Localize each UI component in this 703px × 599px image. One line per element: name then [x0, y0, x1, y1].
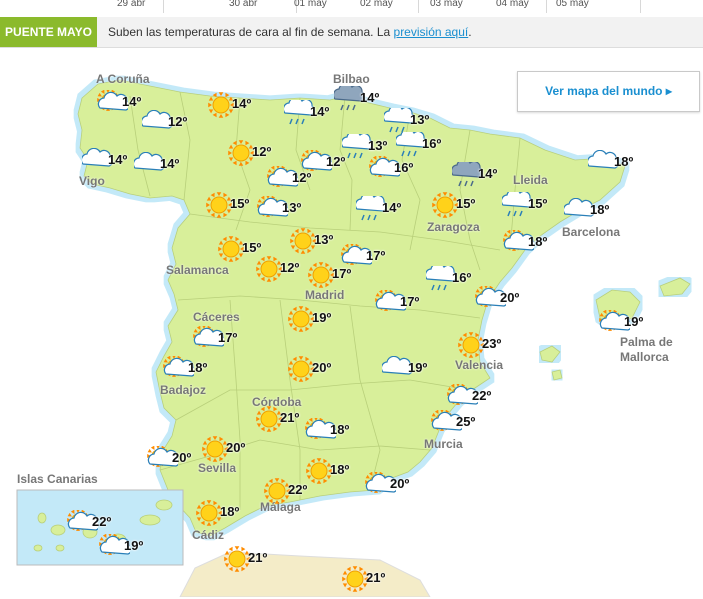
banner-end: . — [468, 25, 472, 39]
temperature-label: 19º — [312, 310, 332, 325]
timeline-tick — [546, 0, 547, 13]
formentera-island — [551, 369, 563, 381]
menorca-island — [659, 277, 691, 297]
news-banner: PUENTE MAYO Suben las temperaturas de ca… — [0, 17, 703, 48]
temperature-label: 17º — [400, 294, 420, 309]
temperature-label: 15º — [242, 240, 262, 255]
world-map-button[interactable]: Ver mapa del mundo ▸ — [517, 71, 700, 112]
temperature-label: 18º — [614, 154, 634, 169]
temperature-label: 15º — [528, 196, 548, 211]
temperature-label: 14º — [478, 166, 498, 181]
temperature-label: 22º — [472, 388, 492, 403]
temperature-label: 13º — [368, 138, 388, 153]
temperature-label: 13º — [410, 112, 430, 127]
timeline-date[interactable]: 30 abr — [229, 0, 257, 9]
temperature-label: 19º — [624, 314, 644, 329]
temperature-label: 13º — [314, 232, 334, 247]
temperature-label: 23º — [482, 336, 502, 351]
temperature-label: 18º — [330, 462, 350, 477]
temperature-label: 18º — [528, 234, 548, 249]
temperature-label: 12º — [292, 170, 312, 185]
timeline-date[interactable]: 04 may — [496, 0, 529, 9]
temperature-label: 16º — [422, 136, 442, 151]
city-label-salamanca: Salamanca — [166, 263, 229, 277]
temperature-label: 15º — [456, 196, 476, 211]
africa-coast — [179, 551, 431, 597]
temperature-label: 19º — [408, 360, 428, 375]
city-label-valencia: Valencia — [455, 358, 504, 372]
temperature-label: 25º — [456, 414, 476, 429]
timeline-tick — [640, 0, 641, 13]
banner-text: Suben las temperaturas de cara al fin de… — [108, 17, 472, 47]
city-label-lleida: Lleida — [513, 173, 548, 187]
temperature-label: 17º — [218, 330, 238, 345]
temperature-label: 16º — [452, 270, 472, 285]
city-label-madrid: Madrid — [305, 288, 345, 302]
temperature-label: 16º — [394, 160, 414, 175]
forecast-link[interactable]: previsión aquí — [394, 25, 469, 39]
temperature-label: 12º — [252, 144, 272, 159]
city-label-murcia: Murcia — [424, 437, 463, 451]
ibiza-island — [539, 345, 561, 363]
city-label-badajoz: Badajoz — [160, 383, 207, 397]
temperature-label: 18º — [220, 504, 240, 519]
temperature-label: 20º — [312, 360, 332, 375]
banner-message: Suben las temperaturas de cara al fin de… — [108, 25, 394, 39]
temperature-label: 13º — [282, 200, 302, 215]
temperature-label: 21º — [280, 410, 300, 425]
temperature-label: 20º — [226, 440, 246, 455]
city-label-cadiz: Cádiz — [192, 528, 225, 542]
timeline-tick — [418, 0, 419, 13]
temperature-label: 19º — [124, 538, 144, 553]
temperature-label: 18º — [330, 422, 350, 437]
temperature-label: 21º — [366, 570, 386, 585]
city-label-zaragoza: Zaragoza — [427, 220, 480, 234]
canarias-label: Islas Canarias — [17, 472, 98, 486]
timeline-date[interactable]: 01 may — [294, 0, 327, 9]
timeline-date[interactable]: 03 may — [430, 0, 463, 9]
temperature-label: 14º — [360, 90, 380, 105]
temperature-label: 14º — [160, 156, 180, 171]
temperature-label: 22º — [92, 514, 112, 529]
temperature-label: 14º — [108, 152, 128, 167]
timeline-date[interactable]: 29 abr — [117, 0, 145, 9]
city-label-mallorca: Mallorca — [620, 350, 669, 364]
temperature-label: 14º — [382, 200, 402, 215]
temperature-label: 12º — [280, 260, 300, 275]
temperature-label: 20º — [172, 450, 192, 465]
city-label-acoruna: A Coruña — [96, 72, 150, 86]
city-label-barcelona: Barcelona — [562, 225, 621, 239]
city-label-bilbao: Bilbao — [333, 72, 370, 86]
temperature-label: 18º — [188, 360, 208, 375]
city-label-vigo: Vigo — [79, 174, 105, 188]
timeline-tick — [163, 0, 164, 13]
temperature-label: 17º — [332, 266, 352, 281]
temperature-label: 20º — [390, 476, 410, 491]
temperature-label: 20º — [500, 290, 520, 305]
date-timeline: 29 abr 30 abr 01 may 02 may 03 may 04 ma… — [0, 0, 703, 13]
temperature-label: 21º — [248, 550, 268, 565]
temperature-label: 17º — [366, 248, 386, 263]
temperature-label: 14º — [310, 104, 330, 119]
city-label-caceres: Cáceres — [193, 310, 240, 324]
timeline-date[interactable]: 05 may — [556, 0, 589, 9]
temperature-label: 12º — [168, 114, 188, 129]
temperature-label: 14º — [122, 94, 142, 109]
timeline-date[interactable]: 02 may — [360, 0, 393, 9]
puente-mayo-badge: PUENTE MAYO — [0, 17, 97, 47]
temperature-label: 14º — [232, 96, 252, 111]
temperature-label: 18º — [590, 202, 610, 217]
temperature-label: 15º — [230, 196, 250, 211]
